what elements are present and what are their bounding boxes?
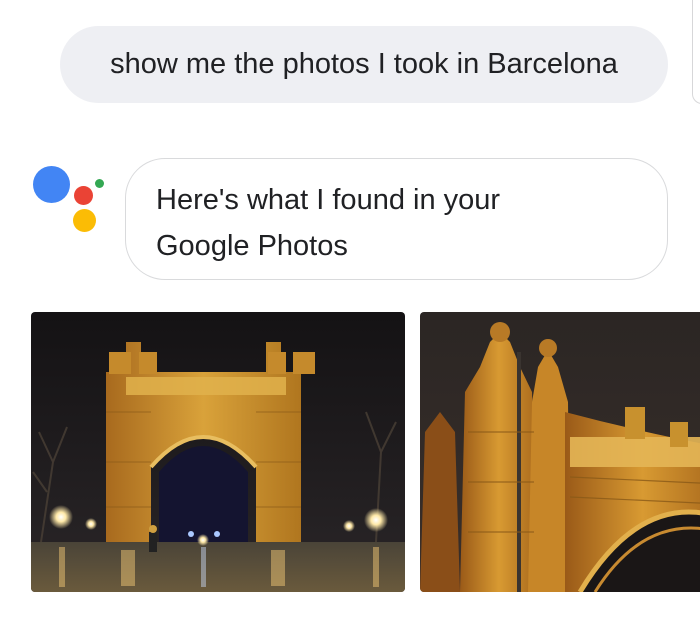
photo-result-arc-de-triomf-wide[interactable]: [31, 312, 405, 592]
assistant-dot-red: [74, 186, 93, 205]
user-query-text: show me the photos I took in Barcelona: [110, 48, 618, 80]
photo-result-arc-de-triomf-closeup[interactable]: [420, 312, 700, 592]
side-panel-edge: [692, 0, 700, 104]
assistant-dot-green: [95, 179, 104, 188]
assistant-response-line-1: Here's what I found in your: [156, 184, 501, 216]
assistant-dot-blue: [33, 166, 70, 203]
google-assistant-logo-icon: [30, 160, 110, 240]
assistant-response-bubble: Here's what I found in your Google Photo…: [125, 158, 668, 280]
assistant-dot-yellow: [73, 209, 96, 232]
photo-thumbnail-icon: [31, 312, 405, 592]
photo-thumbnail-icon: [420, 312, 700, 592]
assistant-response-line-2: Google Photos: [156, 230, 348, 262]
user-query-bubble: show me the photos I took in Barcelona: [60, 26, 668, 103]
